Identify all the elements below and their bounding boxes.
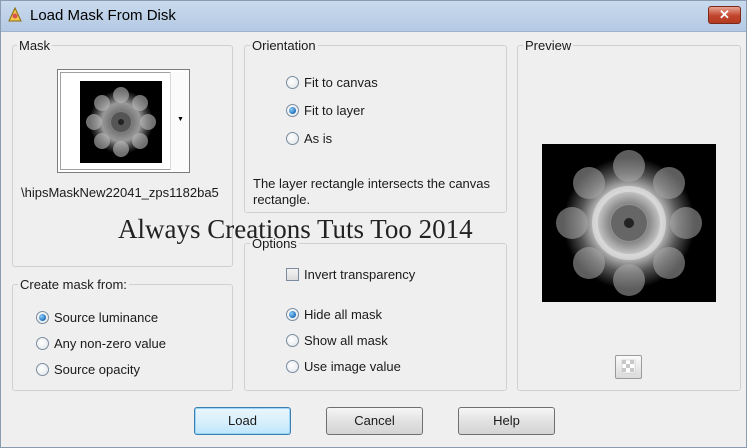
radio-label: Fit to layer — [304, 102, 365, 118]
orientation-legend: Orientation — [250, 38, 318, 53]
radio-hide-all-mask[interactable]: Hide all mask — [286, 305, 382, 323]
radio-label: Source luminance — [54, 309, 159, 325]
radio-indicator — [286, 75, 299, 89]
close-button[interactable]: ✕ — [708, 6, 741, 24]
checkerboard-icon — [621, 359, 636, 374]
mask-file-picker[interactable]: ▼ — [57, 69, 190, 173]
radio-indicator — [36, 362, 49, 376]
checkbox-indicator — [286, 267, 299, 281]
paint-shop-icon — [8, 6, 22, 22]
radio-label: Hide all mask — [304, 306, 383, 322]
orientation-description: The layer rectangle intersects the canva… — [253, 176, 491, 207]
radio-label: Any non-zero value — [54, 335, 167, 351]
radio-indicator — [286, 131, 299, 145]
chevron-down-icon: ▼ — [177, 116, 184, 123]
radio-source-luminance[interactable]: Source luminance — [36, 308, 158, 326]
mask-thumbnail — [80, 81, 162, 163]
radio-indicator — [286, 103, 299, 117]
mask-legend: Mask — [17, 38, 53, 53]
radio-label: Show all mask — [304, 332, 388, 348]
help-button[interactable]: Help — [458, 407, 555, 435]
radio-fit-to-canvas[interactable]: Fit to canvas — [286, 73, 378, 91]
cancel-button[interactable]: Cancel — [326, 407, 423, 435]
radio-fit-to-layer[interactable]: Fit to layer — [286, 101, 365, 119]
radio-label: Source opacity — [54, 361, 140, 377]
load-button[interactable]: Load — [194, 407, 291, 435]
preview-legend: Preview — [523, 38, 574, 53]
radio-show-all-mask[interactable]: Show all mask — [286, 331, 388, 349]
radio-label: Fit to canvas — [304, 74, 378, 90]
create-mask-legend: Create mask from: — [18, 277, 129, 292]
title-bar[interactable]: Load Mask From Disk ✕ — [1, 1, 746, 32]
close-icon: ✕ — [719, 7, 730, 22]
checkerboard-toggle[interactable] — [615, 355, 642, 379]
watermark-text: Always Creations Tuts Too 2014 — [118, 214, 473, 244]
mask-filename: \hipsMaskNew22041_zps1182ba5 — [21, 185, 219, 200]
radio-indicator — [286, 359, 299, 373]
radio-source-opacity[interactable]: Source opacity — [36, 360, 140, 378]
radio-any-non-zero[interactable]: Any non-zero value — [36, 334, 166, 352]
dialog-window: Load Mask From Disk ✕ Mask ▼ \hipsMaskNe… — [0, 0, 747, 448]
radio-use-image-value[interactable]: Use image value — [286, 357, 401, 375]
radio-indicator — [36, 310, 49, 324]
mask-dropdown[interactable]: ▼ — [170, 72, 189, 170]
invert-transparency-checkbox[interactable]: Invert transparency — [286, 265, 415, 283]
radio-indicator — [286, 307, 299, 321]
radio-label: As is — [304, 130, 333, 146]
preview-image — [542, 144, 716, 302]
radio-label: Use image value — [304, 358, 401, 374]
checkbox-label: Invert transparency — [304, 266, 416, 282]
window-title: Load Mask From Disk — [30, 7, 176, 24]
radio-as-is[interactable]: As is — [286, 129, 332, 147]
radio-indicator — [36, 336, 49, 350]
radio-indicator — [286, 333, 299, 347]
